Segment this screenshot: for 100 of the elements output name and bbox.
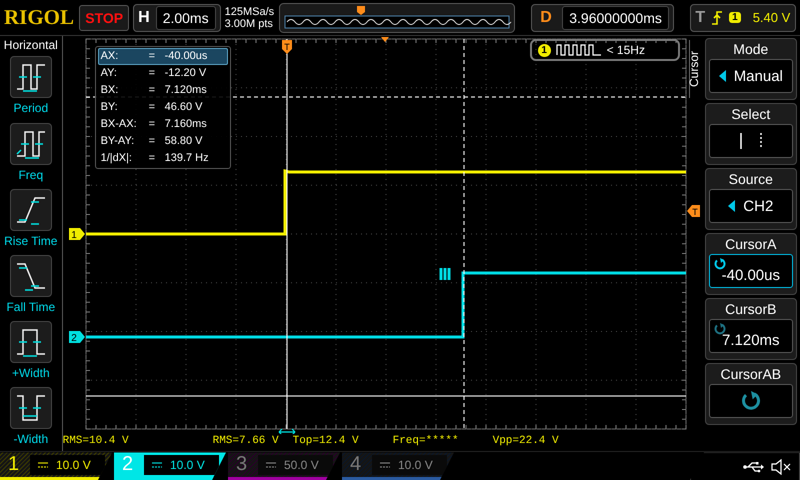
run-stop-button[interactable]: STOP bbox=[79, 4, 130, 31]
delay-display[interactable]: D 3.96000000ms bbox=[531, 4, 674, 32]
dc-coupling-icon bbox=[266, 462, 276, 468]
channel-number: 4 bbox=[350, 453, 362, 476]
softkey-title: CursorAB bbox=[720, 365, 782, 384]
timebase-value: 2.00ms bbox=[156, 6, 216, 30]
readout-label: BX: bbox=[100, 83, 120, 98]
channel-tab[interactable]: 3 50.0 V bbox=[228, 452, 340, 480]
measure-label: +Width bbox=[12, 366, 50, 380]
trigger-display[interactable]: T 1 5.40 V bbox=[690, 4, 796, 32]
channel-tab[interactable]: 1 10.0 V bbox=[0, 452, 112, 480]
trigger-level: 5.40 V bbox=[752, 10, 790, 26]
delay-label: D bbox=[539, 8, 553, 27]
softkey-title: Mode bbox=[733, 40, 768, 60]
frequency-value: < 15Hz bbox=[606, 43, 645, 58]
measure-button[interactable] bbox=[10, 56, 52, 98]
channel-scale: 10.0 V bbox=[56, 458, 91, 472]
softkey-value-box[interactable]: -40.00us bbox=[708, 254, 793, 288]
cursor-ay-line[interactable] bbox=[85, 396, 686, 397]
left-arrow-icon bbox=[718, 70, 726, 82]
channel-tab[interactable]: 4 10.0 V bbox=[342, 452, 454, 480]
usb-icon bbox=[743, 460, 765, 473]
readout-value: -40.00us bbox=[164, 49, 208, 64]
channel-number: 2 bbox=[122, 453, 134, 476]
softkey-value-box[interactable]: CH2 bbox=[708, 189, 793, 224]
softkey[interactable]: Select bbox=[704, 103, 797, 166]
measure-button[interactable] bbox=[10, 188, 52, 231]
softkey-title: CursorA bbox=[725, 235, 776, 254]
channel-tab[interactable]: 2 10.0 V bbox=[114, 452, 226, 480]
cursor-a-line[interactable] bbox=[286, 38, 288, 430]
readout-label: 1/|dX|: bbox=[100, 151, 133, 166]
delay-marker-icon bbox=[380, 37, 389, 42]
trigger-label: T bbox=[695, 8, 706, 27]
rising-edge-icon bbox=[711, 10, 724, 25]
rotate-knob-icon bbox=[740, 391, 761, 412]
readout-value: 7.160ms bbox=[164, 117, 208, 132]
readout-value: 58.80 V bbox=[164, 134, 204, 150]
delay-value: 3.96000000ms bbox=[562, 6, 670, 30]
measurement-value: Top=12.4 V bbox=[292, 435, 359, 448]
trigger-level-marker: T bbox=[686, 205, 700, 218]
measure-label: Fall Time bbox=[6, 300, 56, 314]
measure-label: Freq bbox=[18, 168, 44, 182]
dc-coupling-icon bbox=[380, 462, 390, 468]
channel-scale: 10.0 V bbox=[170, 458, 205, 472]
measurement-value: Freq=***** bbox=[392, 435, 459, 448]
measurement-value: Vpp=22.4 V bbox=[492, 435, 559, 448]
softkey-title: CursorB bbox=[725, 300, 776, 320]
softkey-value-box[interactable]: 7.120ms bbox=[708, 319, 793, 354]
softkey[interactable]: CursorB 7.120ms bbox=[704, 298, 797, 360]
double-arrow-icon bbox=[278, 428, 296, 434]
cursor-b-line[interactable] bbox=[463, 38, 464, 430]
memory-depth: 3.00M pts bbox=[224, 18, 274, 30]
sample-rate: 125MSa/s bbox=[224, 6, 276, 18]
rotate-knob-icon bbox=[714, 258, 726, 270]
measure-button[interactable] bbox=[10, 122, 52, 165]
readout-label: AY: bbox=[100, 66, 118, 82]
measure-button[interactable] bbox=[10, 387, 52, 430]
softkey[interactable]: CursorAB bbox=[704, 363, 797, 426]
measure-button[interactable] bbox=[10, 254, 52, 297]
softkey[interactable]: Mode Manual bbox=[704, 38, 797, 100]
dc-coupling-icon bbox=[38, 462, 48, 468]
readout-equals: = bbox=[148, 66, 156, 82]
softkey-value: 7.120ms bbox=[722, 332, 780, 349]
channel-scale: 50.0 V bbox=[284, 458, 319, 472]
readout-equals: = bbox=[148, 134, 156, 150]
measurement-value: RMS=10.4 V bbox=[62, 435, 129, 448]
left-arrow-icon bbox=[728, 200, 736, 212]
timebase-display[interactable]: H 2.00ms bbox=[133, 4, 221, 32]
softkey-value-box[interactable] bbox=[708, 124, 793, 158]
menu-tab[interactable]: Cursor bbox=[688, 40, 704, 98]
measure-label: -Width bbox=[13, 432, 48, 446]
readout-label: BX-AX: bbox=[100, 117, 138, 132]
measure-label: Rise Time bbox=[4, 234, 58, 248]
softkey-title: Select bbox=[731, 105, 770, 124]
softkey[interactable]: Source CH2 bbox=[704, 168, 797, 230]
readout-equals: = bbox=[148, 100, 156, 116]
measurement-value: RMS=7.66 V bbox=[212, 435, 279, 448]
readout-label: BY-AY: bbox=[100, 134, 136, 150]
channel-marker: 1 bbox=[68, 228, 85, 242]
softkey-title: Source bbox=[728, 170, 773, 190]
square-wave-icon bbox=[556, 44, 602, 56]
readout-value: -12.20 V bbox=[164, 66, 208, 82]
softkey-value: CH2 bbox=[743, 198, 774, 215]
readout-equals: = bbox=[148, 83, 156, 98]
dc-coupling-icon bbox=[152, 462, 162, 468]
channel-number: 3 bbox=[236, 453, 248, 476]
softkey[interactable]: CursorA -40.00us bbox=[704, 233, 797, 296]
speaker-muted-icon bbox=[771, 458, 791, 475]
channel-number: 1 bbox=[8, 453, 20, 476]
softkey-value: Manual bbox=[734, 68, 783, 85]
softkey-value-box[interactable]: Manual bbox=[708, 59, 793, 94]
readout-value: 46.60 V bbox=[164, 100, 204, 116]
softkey-value: -40.00us bbox=[722, 266, 780, 284]
measure-button[interactable] bbox=[10, 321, 52, 364]
rotate-knob-icon bbox=[714, 323, 726, 336]
trigger-source-badge: 1 bbox=[729, 12, 741, 24]
readout-equals: = bbox=[148, 151, 156, 166]
trigger-position-marker: T bbox=[282, 40, 292, 54]
softkey-value-box[interactable] bbox=[708, 384, 793, 418]
timebase-label: H bbox=[138, 8, 150, 27]
